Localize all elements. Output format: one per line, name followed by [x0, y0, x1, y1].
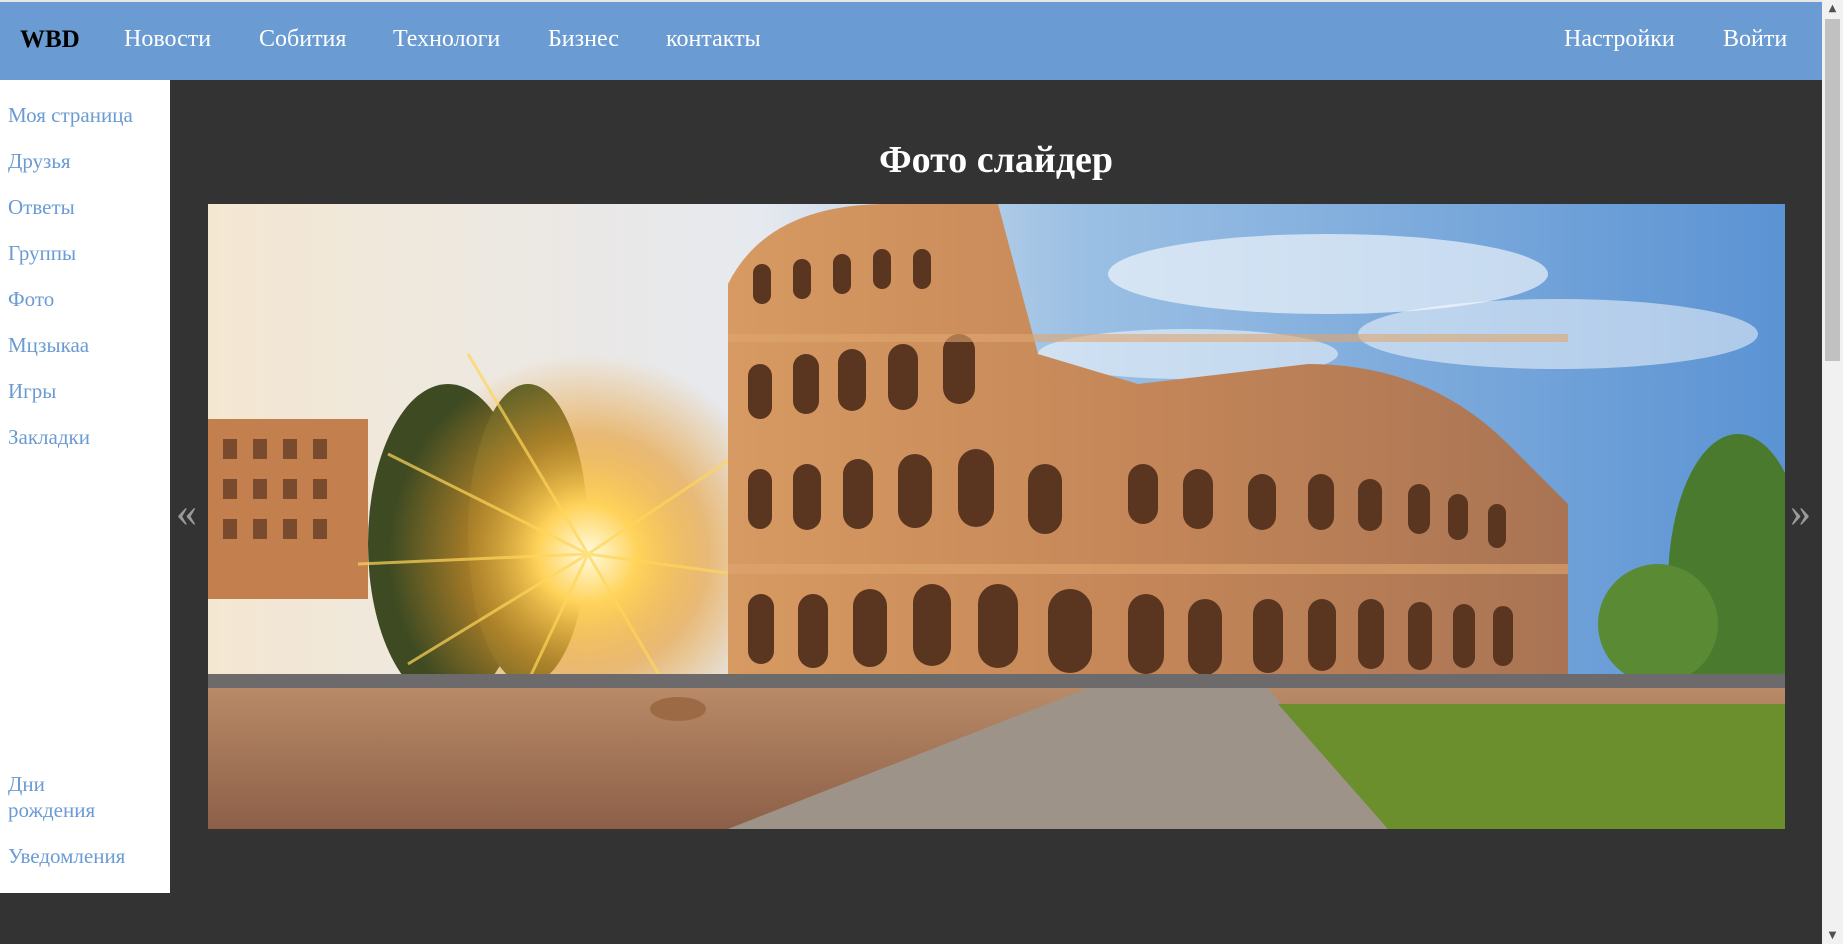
top-navbar: WBD Новости Собития Технологи Бизнес кон…: [0, 0, 1822, 80]
sidebar-item-notifications[interactable]: Уведомления: [8, 843, 125, 869]
nav-link-tech[interactable]: Технологи: [393, 26, 500, 53]
sidebar-item-music[interactable]: Мцзыкаа: [8, 332, 89, 358]
sidebar-item-my-page[interactable]: Моя страница: [8, 102, 133, 128]
settings-link[interactable]: Настройки: [1564, 26, 1675, 53]
login-link[interactable]: Войти: [1723, 26, 1787, 53]
page-title: Фото слайдер: [878, 139, 1114, 181]
scroll-down-icon[interactable]: ▼: [1822, 927, 1843, 944]
scroll-up-icon[interactable]: ▲: [1822, 0, 1843, 17]
brand-logo[interactable]: WBD: [20, 26, 80, 54]
sidebar-item-answers[interactable]: Ответы: [8, 194, 75, 220]
nav-link-contacts[interactable]: контакты: [666, 26, 761, 53]
sidebar-item-birthdays[interactable]: Дни рождения: [8, 771, 118, 823]
page-scrollbar[interactable]: ▲ ▼: [1822, 0, 1843, 944]
sidebar-item-games[interactable]: Игры: [8, 378, 56, 404]
sidebar-item-groups[interactable]: Группы: [8, 240, 76, 266]
nav-link-news[interactable]: Новости: [124, 26, 211, 53]
slider-next-arrow[interactable]: »: [1790, 492, 1811, 534]
sidebar-item-photos[interactable]: Фото: [8, 286, 54, 312]
colosseum-photo: [208, 204, 1785, 829]
slider-prev-arrow[interactable]: «: [176, 492, 197, 534]
nav-link-business[interactable]: Бизнес: [548, 26, 619, 53]
sidebar-item-bookmarks[interactable]: Закладки: [8, 424, 90, 450]
scroll-thumb[interactable]: [1825, 19, 1840, 361]
slider-image: [208, 204, 1785, 829]
sidebar: Моя страница Друзья Ответы Группы Фото М…: [0, 80, 170, 893]
sidebar-item-friends[interactable]: Друзья: [8, 148, 71, 174]
main-content: Фото слайдер « »: [170, 80, 1822, 944]
nav-link-events[interactable]: Собития: [259, 26, 346, 53]
